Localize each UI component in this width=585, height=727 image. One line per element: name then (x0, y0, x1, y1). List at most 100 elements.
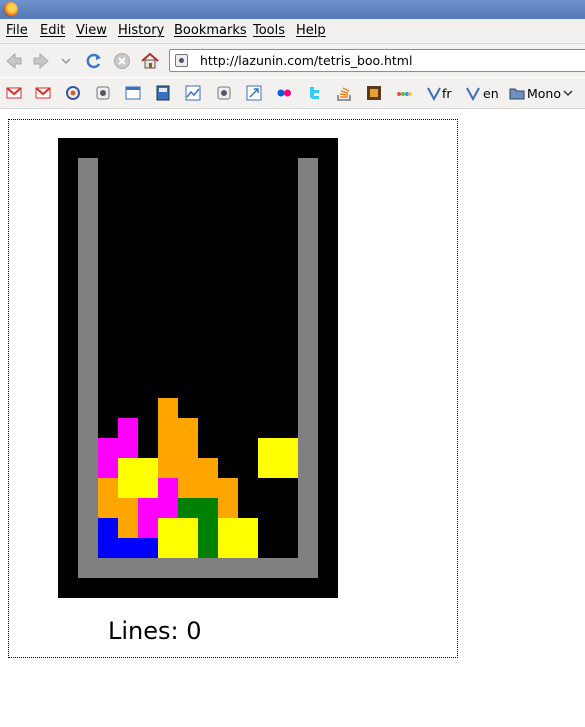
tetris-block (98, 438, 118, 458)
reader-bookmark-icon[interactable] (246, 85, 262, 101)
bookmark-en-label[interactable]: en (483, 86, 499, 101)
stop-icon (114, 53, 130, 69)
tetris-block (138, 518, 158, 538)
back-arrow-icon (6, 52, 22, 70)
bookmark-folder-label[interactable]: Mono (527, 86, 561, 101)
tetris-block (218, 498, 238, 518)
stackoverflow-bookmark-icon[interactable] (336, 85, 352, 101)
tetris-block (98, 498, 118, 518)
tetris-block (218, 538, 238, 558)
stop-button[interactable] (112, 51, 132, 71)
forward-arrow-icon (33, 52, 49, 70)
tetris-block (158, 398, 178, 418)
well-left-wall (78, 158, 98, 578)
tetris-board[interactable] (58, 138, 338, 598)
tetris-block (218, 518, 238, 538)
tetris-block (138, 478, 158, 498)
reload-button[interactable] (84, 51, 104, 71)
page-bookmark-2-icon[interactable] (216, 85, 232, 101)
colorful-bookmark-icon[interactable] (396, 85, 412, 101)
twitter-bookmark-icon[interactable] (306, 85, 322, 101)
well-floor (78, 558, 318, 578)
tetris-block (278, 438, 298, 458)
tetris-block (98, 518, 118, 538)
tetris-block (118, 498, 138, 518)
history-dropdown-button[interactable] (59, 51, 73, 71)
menu-tools[interactable]: Tools (253, 23, 285, 38)
tetris-block (138, 538, 158, 558)
chevron-down-icon (61, 58, 71, 65)
menu-history[interactable]: History (118, 23, 164, 38)
tetris-block (118, 518, 138, 538)
tetris-block (178, 518, 198, 538)
tetris-block (178, 438, 198, 458)
folder-icon[interactable] (509, 85, 525, 101)
tetris-block (258, 458, 278, 478)
tetris-block (98, 458, 118, 478)
forward-button[interactable] (31, 51, 51, 71)
tetris-block (258, 438, 278, 458)
tetris-block (178, 538, 198, 558)
tetris-block (278, 458, 298, 478)
goodreads-bookmark-icon[interactable] (366, 85, 382, 101)
notebook-bookmark-icon[interactable] (155, 85, 171, 101)
window-titlebar (0, 0, 585, 19)
tetris-block (198, 458, 218, 478)
flickr-bookmark-icon[interactable] (276, 85, 292, 101)
lines-counter: Lines: 0 (108, 617, 202, 645)
tetris-block (138, 498, 158, 518)
tetris-block (138, 458, 158, 478)
reload-icon (86, 53, 101, 69)
site-identity-icon[interactable] (175, 54, 188, 67)
address-bar[interactable]: http://lazunin.com/tetris_boo.html (169, 49, 585, 72)
tetris-block (98, 538, 118, 558)
page-bookmark-icon[interactable] (95, 85, 111, 101)
tetris-block (158, 438, 178, 458)
back-button[interactable] (4, 51, 24, 71)
translate-fr-bookmark-icon[interactable] (426, 85, 442, 102)
calendar-bookmark-icon[interactable] (125, 85, 141, 101)
tetris-block (198, 478, 218, 498)
gmail-bookmark-2-icon[interactable] (35, 85, 51, 101)
tetris-block (118, 418, 138, 438)
tetris-block (118, 478, 138, 498)
menu-bookmarks[interactable]: Bookmarks (174, 23, 247, 38)
firefox-logo-icon (3, 2, 18, 17)
navigation-toolbar: http://lazunin.com/tetris_boo.html (0, 44, 585, 77)
tetris-block (158, 518, 178, 538)
home-button[interactable] (140, 51, 160, 71)
folder-chevron-down-icon[interactable] (561, 85, 575, 101)
tetris-block (118, 538, 138, 558)
menu-edit[interactable]: Edit (40, 23, 65, 38)
tetris-block (238, 518, 258, 538)
tetris-block (198, 498, 218, 518)
tetris-block (98, 478, 118, 498)
tetris-block (158, 418, 178, 438)
tetris-block (118, 458, 138, 478)
tetris-block (198, 538, 218, 558)
tetris-block (118, 438, 138, 458)
home-icon (141, 52, 159, 69)
tetris-block (158, 458, 178, 478)
tetris-block (178, 418, 198, 438)
menu-bar: File Edit View History Bookmarks Tools H… (0, 19, 585, 44)
tetris-block (158, 498, 178, 518)
tetris-block (198, 518, 218, 538)
menu-view[interactable]: View (76, 23, 107, 38)
url-text[interactable]: http://lazunin.com/tetris_boo.html (200, 53, 412, 68)
gmail-bookmark-icon[interactable] (6, 85, 22, 101)
menu-file[interactable]: File (6, 23, 28, 38)
translate-en-bookmark-icon[interactable] (465, 85, 481, 102)
tetris-block (158, 478, 178, 498)
tetris-block (218, 478, 238, 498)
tetris-block (158, 538, 178, 558)
bookmarks-toolbar: fr en Mono (0, 78, 585, 109)
analytics-bookmark-icon[interactable] (185, 85, 201, 101)
tetris-block (178, 498, 198, 518)
menu-help[interactable]: Help (296, 23, 326, 38)
tetris-block (178, 458, 198, 478)
tetris-block (238, 538, 258, 558)
tetris-block (178, 478, 198, 498)
ubuntu-bookmark-icon[interactable] (65, 85, 81, 101)
bookmark-fr-label[interactable]: fr (442, 86, 452, 101)
